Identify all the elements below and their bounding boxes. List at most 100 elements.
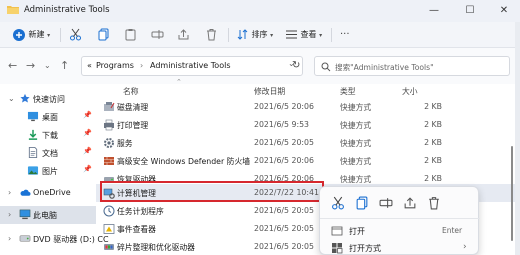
column-header-type[interactable]: 类型 (340, 86, 356, 97)
view-label: 查看 (300, 30, 317, 39)
open-with-icon (332, 243, 343, 254)
sidebar-item-label: 此电脑 (33, 211, 57, 220)
chevron-right-icon[interactable]: › (8, 234, 11, 243)
search-input[interactable]: 搜索"Administrative Tools" (314, 56, 510, 76)
file-row[interactable]: 高级安全 Windows Defender 防火墙 2021/6/5 20:06… (96, 152, 520, 170)
share-button[interactable] (177, 26, 190, 44)
sidebar-item-label: 图片 (42, 167, 58, 176)
defragment-icon (104, 244, 114, 250)
sidebar-item-this-pc[interactable]: › 此电脑 (0, 206, 96, 224)
maximize-button[interactable]: ☐ (452, 0, 488, 22)
new-button[interactable]: 新建 ▾ (12, 26, 50, 44)
more-options-icon[interactable]: ··· (340, 26, 350, 44)
toolbar-divider (331, 28, 332, 42)
file-date: 2021/6/5 20:05 (254, 242, 314, 251)
column-header-size[interactable]: 大小 (402, 86, 418, 97)
copy-button[interactable] (97, 26, 110, 44)
cut-button[interactable] (69, 26, 82, 44)
sort-button[interactable]: 排序 ▾ (236, 26, 273, 44)
sidebar-item-desktop[interactable]: 桌面 📌 (0, 108, 96, 126)
new-label: 新建 (28, 30, 45, 39)
file-type: 快捷方式 (340, 121, 372, 130)
context-menu-iconbar (320, 187, 480, 219)
file-row[interactable]: 打印管理 2021/6/5 9:53 快捷方式 2 KB (96, 116, 520, 134)
file-date: 2021/6/5 20:05 (254, 206, 314, 215)
root-chevron-icon[interactable]: « (87, 61, 92, 70)
trash-icon[interactable] (427, 196, 441, 210)
search-icon (321, 62, 331, 72)
sidebar-item-label: 桌面 (42, 113, 58, 122)
title-bar: Administrative Tools — ☐ ✕ (0, 0, 520, 22)
address-bar[interactable]: « Programs › Administrative Tools ⌄ (81, 56, 303, 76)
chevron-right-icon[interactable]: › (8, 188, 11, 197)
sidebar-item-label: 下载 (42, 131, 58, 140)
back-arrow-icon[interactable]: ← (8, 59, 17, 72)
context-menu-label: 打开 (349, 227, 365, 236)
file-size: 2 KB (424, 174, 442, 183)
file-name: 打印管理 (117, 121, 149, 130)
navigation-pane: ⌄ 快速访问 桌面 📌 下载 📌 文档 📌 图片 📌 › OneDrive › … (0, 84, 109, 255)
sort-icon (237, 29, 248, 40)
file-type: 快捷方式 (340, 139, 372, 148)
breadcrumb-programs[interactable]: Programs (96, 61, 134, 70)
sidebar-item-onedrive[interactable]: › OneDrive (0, 184, 96, 202)
column-header-name[interactable]: 名称 (123, 86, 139, 97)
scissors-icon[interactable] (331, 196, 345, 210)
chevron-right-icon[interactable]: › (8, 210, 11, 219)
breadcrumb-administrative-tools[interactable]: Administrative Tools (150, 61, 230, 70)
context-menu-item-open[interactable]: 打开 Enter (320, 222, 480, 240)
sidebar-item-documents[interactable]: 文档 📌 (0, 144, 96, 162)
paste-button[interactable] (124, 26, 137, 44)
file-date: 2021/6/5 20:06 (254, 156, 314, 165)
column-header-date[interactable]: 修改日期 (254, 86, 285, 97)
forward-arrow-icon[interactable]: → (26, 59, 35, 72)
highlight-annotation-box (100, 181, 324, 202)
context-menu-label: 打开方式 (349, 244, 381, 253)
minimize-button[interactable]: — (416, 0, 452, 22)
folder-icon (7, 6, 19, 14)
task-scheduler-icon (103, 205, 115, 217)
sidebar-item-label: 快速访问 (33, 95, 65, 104)
refresh-icon[interactable]: ↻ (292, 60, 300, 71)
chevron-down-icon[interactable]: ⌄ (44, 61, 51, 70)
view-button[interactable]: 查看 ▾ (285, 26, 322, 44)
close-button[interactable]: ✕ (486, 0, 520, 22)
view-icon (286, 30, 297, 39)
chevron-down-icon[interactable]: ⌄ (8, 94, 15, 103)
sidebar-item-downloads[interactable]: 下载 📌 (0, 126, 96, 144)
firewall-icon (104, 157, 114, 165)
share-icon[interactable] (403, 196, 417, 210)
file-name: 碎片整理和优化驱动器 (117, 243, 195, 252)
pin-icon: 📌 (83, 147, 92, 155)
column-sort-chevron-icon: ⌃ (176, 78, 182, 86)
toolbar-divider (60, 28, 61, 42)
context-menu: 打开 Enter 打开方式 › (319, 186, 480, 255)
file-size: 2 KB (424, 156, 442, 165)
file-date: 2021/6/5 20:05 (254, 224, 314, 233)
up-arrow-icon[interactable]: ↑ (60, 59, 69, 72)
file-name: 高级安全 Windows Defender 防火墙 (117, 157, 251, 166)
sidebar-item-pictures[interactable]: 图片 📌 (0, 162, 96, 180)
desktop-icon (27, 111, 39, 122)
sidebar-item-quick-access[interactable]: ⌄ 快速访问 (0, 90, 96, 108)
command-bar: 新建 ▾ 排序 ▾ 查看 ▾ ··· (0, 22, 520, 48)
sidebar-item-label: OneDrive (33, 188, 71, 197)
event-viewer-icon (103, 224, 115, 234)
window-edge (515, 22, 520, 255)
chevron-right-icon: › (463, 242, 467, 252)
sidebar-item-dvd-drive[interactable]: › DVD 驱动器 (D:) CC (0, 230, 109, 248)
scrollbar-thumb[interactable] (511, 146, 513, 241)
file-name: 服务 (117, 139, 133, 148)
delete-button[interactable] (205, 26, 218, 44)
pin-icon: 📌 (83, 129, 92, 137)
file-size: 2 KB (424, 120, 442, 129)
file-date: 2021/6/5 20:05 (254, 138, 314, 147)
rename-icon[interactable] (379, 196, 393, 210)
copy-icon[interactable] (355, 196, 369, 210)
rename-button[interactable] (151, 26, 164, 44)
file-row[interactable]: 磁盘清理 2021/6/5 20:06 快捷方式 2 KB (96, 98, 520, 116)
toolbar-divider (228, 28, 229, 42)
file-type: 快捷方式 (340, 103, 372, 112)
context-menu-item-open-with[interactable]: 打开方式 › (320, 239, 480, 255)
file-row[interactable]: 服务 2021/6/5 20:05 快捷方式 2 KB (96, 134, 520, 152)
